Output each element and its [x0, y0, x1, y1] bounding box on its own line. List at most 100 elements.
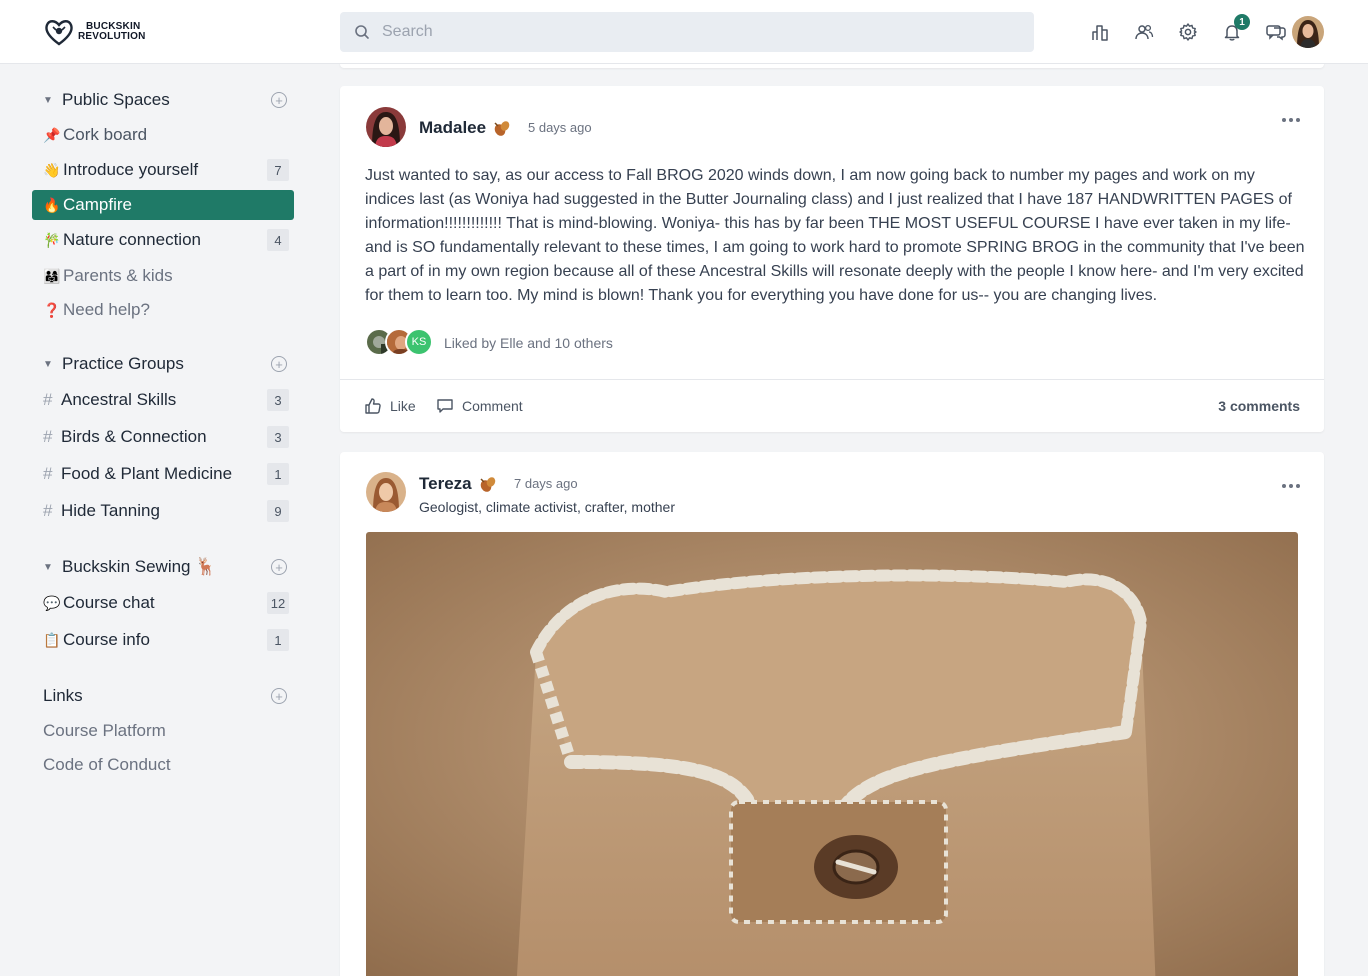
pushpin-icon: 📌 [43, 126, 61, 143]
unread-count: 1 [267, 629, 289, 651]
sidebar-item-course-chat[interactable]: 💬 Course chat 12 [32, 588, 294, 618]
section-title: Public Spaces [62, 90, 170, 109]
sidebar-item-label: Parents & kids [63, 266, 173, 285]
sidebar-item-hide-tanning[interactable]: # Hide Tanning 9 [32, 496, 294, 526]
sidebar-item-label: Course info [63, 630, 150, 649]
thumbs-up-icon [365, 398, 381, 414]
author-name[interactable]: Tereza [419, 474, 472, 494]
hash-icon: # [43, 464, 53, 483]
section-links: Links + [43, 684, 293, 708]
add-space-icon[interactable]: + [271, 559, 287, 575]
comment-icon [437, 399, 453, 413]
caret-down-icon[interactable]: ▼ [43, 95, 55, 106]
author-avatar[interactable] [366, 472, 406, 512]
add-link-icon[interactable]: + [271, 688, 287, 704]
post-image[interactable] [366, 532, 1298, 976]
sidebar-item-label: Birds & Connection [61, 427, 207, 446]
hash-icon: # [43, 390, 53, 409]
caret-down-icon[interactable]: ▼ [43, 359, 55, 370]
like-button[interactable]: Like [364, 397, 416, 415]
post-timestamp[interactable]: 5 days ago [528, 120, 592, 135]
sidebar-item-label: Ancestral Skills [61, 390, 177, 409]
sidebar-item-label: Cork board [63, 125, 148, 144]
likers-avatars[interactable]: KS [365, 328, 433, 356]
sidebar-item-campfire[interactable]: 🔥 Campfire [32, 190, 294, 220]
logo-heart-icon [45, 20, 73, 46]
post-card: Tereza 7 days ago Geologist, climate act… [340, 452, 1324, 976]
logo-line-2: REVOLUTION [78, 31, 146, 42]
link-code-of-conduct[interactable]: Code of Conduct [43, 755, 171, 775]
sidebar-item-label: Food & Plant Medicine [61, 464, 233, 483]
comment-label: Comment [462, 398, 523, 414]
caret-down-icon[interactable]: ▼ [43, 562, 55, 573]
section-title: Buckskin Sewing 🦌 [62, 557, 217, 576]
search-bar[interactable] [340, 12, 1034, 52]
unread-count: 7 [267, 159, 289, 181]
section-public-spaces[interactable]: ▼ Public Spaces + [43, 88, 293, 112]
acorn-badge-icon [492, 119, 512, 142]
bamboo-icon: 🎋 [43, 231, 61, 248]
sidebar-item-label: Course chat [63, 593, 155, 612]
sidebar-item-label: Campfire [63, 195, 132, 214]
sidebar-item-introduce-yourself[interactable]: 👋 Introduce yourself 7 [32, 155, 294, 185]
post-menu-icon[interactable] [1282, 481, 1300, 491]
post-card: Madalee 5 days ago Just wanted to say, a… [340, 86, 1324, 432]
post-divider [340, 379, 1324, 380]
like-label: Like [390, 398, 416, 414]
sidebar-item-birds-connection[interactable]: # Birds & Connection 3 [32, 422, 294, 452]
chat-icon[interactable] [1264, 20, 1288, 44]
liker-avatar: KS [405, 328, 433, 356]
question-mark-icon: ❓ [43, 301, 61, 318]
sidebar-item-label: Need help? [63, 300, 150, 319]
post-timestamp[interactable]: 7 days ago [514, 476, 578, 491]
search-input[interactable] [382, 23, 982, 41]
settings-icon[interactable] [1176, 20, 1200, 44]
author-avatar[interactable] [366, 107, 406, 147]
unread-count: 3 [267, 426, 289, 448]
author-bio: Geologist, climate activist, crafter, mo… [419, 499, 675, 515]
search-icon [355, 25, 369, 39]
sidebar-item-label: Introduce yourself [63, 160, 199, 179]
clipboard-icon: 📋 [43, 631, 61, 648]
sidebar-item-course-info[interactable]: 📋 Course info 1 [32, 625, 294, 655]
comments-count[interactable]: 3 comments [1218, 398, 1300, 414]
header-actions: 1 [1088, 14, 1288, 44]
logo-wordmark: BUCKSKIN REVOLUTION [78, 22, 146, 42]
add-space-icon[interactable]: + [271, 92, 287, 108]
section-title: Practice Groups [62, 354, 184, 373]
unread-count: 12 [267, 592, 289, 614]
user-avatar[interactable] [1292, 16, 1324, 48]
comment-button[interactable]: Comment [436, 397, 523, 415]
section-title: Links [43, 686, 83, 705]
post-menu-icon[interactable] [1282, 115, 1300, 125]
sidebar-item-food-plant-medicine[interactable]: # Food & Plant Medicine 1 [32, 459, 294, 489]
author-name[interactable]: Madalee [419, 118, 486, 138]
members-icon[interactable] [1132, 20, 1156, 44]
leaderboard-icon[interactable] [1088, 20, 1112, 44]
post-body: Just wanted to say, as our access to Fal… [365, 167, 1305, 304]
unread-count: 3 [267, 389, 289, 411]
add-space-icon[interactable]: + [271, 356, 287, 372]
sidebar-item-ancestral-skills[interactable]: # Ancestral Skills 3 [32, 385, 294, 415]
unread-count: 1 [267, 463, 289, 485]
sidebar-item-nature-connection[interactable]: 🎋 Nature connection 4 [32, 225, 294, 255]
sidebar-item-label: Nature connection [63, 230, 201, 249]
top-bar: BUCKSKIN REVOLUTION 1 [0, 0, 1368, 64]
sidebar-item-need-help[interactable]: ❓ Need help? [32, 295, 294, 325]
section-buckskin-sewing[interactable]: ▼ Buckskin Sewing 🦌 + [43, 555, 293, 579]
brand-logo[interactable]: BUCKSKIN REVOLUTION [44, 16, 146, 48]
hash-icon: # [43, 501, 53, 520]
sidebar-item-cork-board[interactable]: 📌 Cork board [32, 120, 294, 150]
liked-by-text[interactable]: Liked by Elle and 10 others [444, 335, 613, 351]
notifications-icon[interactable]: 1 [1220, 14, 1250, 44]
unread-count: 9 [267, 500, 289, 522]
notifications-badge: 1 [1234, 14, 1250, 30]
sidebar-item-parents-kids[interactable]: 👨‍👩‍👧 Parents & kids [32, 261, 294, 291]
hash-icon: # [43, 427, 53, 446]
link-course-platform[interactable]: Course Platform [43, 721, 166, 741]
sidebar-item-label: Hide Tanning [61, 501, 160, 520]
sidebar: ▼ Public Spaces + 📌 Cork board 👋 Introdu… [0, 64, 320, 976]
family-icon: 👨‍👩‍👧 [43, 267, 61, 284]
waving-hand-icon: 👋 [43, 161, 61, 178]
section-practice-groups[interactable]: ▼ Practice Groups + [43, 352, 293, 376]
